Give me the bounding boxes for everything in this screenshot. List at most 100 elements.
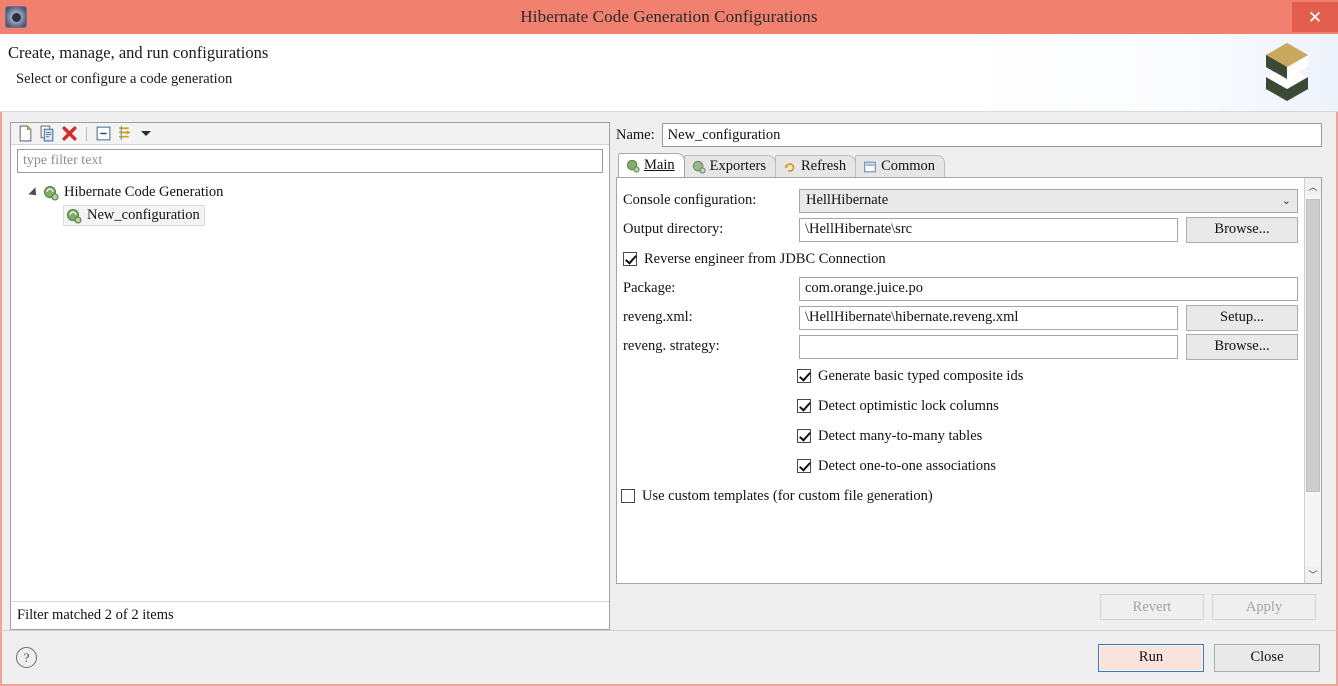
tab-label: Common <box>881 158 936 174</box>
dialog-footer: ? Run Close <box>0 630 1338 686</box>
collapse-all-icon[interactable] <box>95 125 112 142</box>
tab-strip: Main Exporters Refresh Common <box>616 153 1322 178</box>
duplicate-configuration-icon[interactable] <box>39 125 56 142</box>
filter-input[interactable]: type filter text <box>17 149 603 173</box>
chevron-down-icon[interactable] <box>141 131 151 136</box>
tab-label: Refresh <box>800 158 847 174</box>
hibernate-icon <box>626 159 640 173</box>
hibernate-logo <box>1256 40 1318 104</box>
footer-buttons: Run Close <box>1098 643 1320 672</box>
reveng-xml-input[interactable]: \HellHibernate\hibernate.reveng.xml <box>799 305 1178 330</box>
scroll-down-icon[interactable]: ﹀ <box>1305 566 1321 583</box>
common-icon <box>863 160 877 174</box>
tabs-container: Main Exporters Refresh Common Console co… <box>616 153 1322 584</box>
reveng-xml-label: reveng.xml: <box>623 309 693 325</box>
configurations-toolbar <box>11 123 609 145</box>
detect-optimistic-lock-checkbox[interactable] <box>797 399 811 413</box>
expand-arrow-icon[interactable] <box>28 186 40 199</box>
hibernate-icon <box>692 160 706 174</box>
tab-exporters[interactable]: Exporters <box>683 155 776 177</box>
chevron-down-icon: ⌄ <box>1281 195 1291 207</box>
banner-title: Create, manage, and run configurations <box>8 43 269 62</box>
option-row-optimistic-lock: Detect optimistic lock columns <box>623 391 1298 421</box>
name-label: Name: <box>616 126 655 143</box>
filter-status-text: Filter matched 2 of 2 items <box>11 601 609 629</box>
run-button[interactable]: Run <box>1098 643 1204 672</box>
reveng-strategy-browse-button[interactable]: Browse... <box>1186 333 1298 360</box>
generate-composite-ids-checkbox[interactable] <box>797 369 811 383</box>
scrollbar-track[interactable] <box>1305 195 1321 566</box>
reveng-strategy-label: reveng. strategy: <box>623 338 720 354</box>
console-configuration-select[interactable]: HellHibernate ⌄ <box>799 188 1298 213</box>
refresh-icon <box>783 160 797 174</box>
main-tab-form: Console configuration: HellHibernate ⌄ O… <box>617 178 1304 583</box>
configurations-tree: Hibernate Code Generation New_configurat… <box>11 173 609 601</box>
output-directory-input[interactable]: \HellHibernate\src <box>799 217 1178 242</box>
package-label: Package: <box>623 280 676 296</box>
revert-apply-row: Revert Apply <box>616 584 1322 630</box>
option-row-generate-composite-ids: Generate basic typed composite ids <box>623 361 1298 391</box>
banner-subtitle: Select or configure a code generation <box>16 71 233 87</box>
reverse-engineer-label: Reverse engineer from JDBC Connection <box>644 250 886 267</box>
configurations-panel: type filter text Hibernate Code Generati… <box>10 122 610 630</box>
new-configuration-icon[interactable] <box>17 125 34 142</box>
hibernate-icon <box>66 208 82 224</box>
option-label: Detect one-to-one associations <box>818 457 996 474</box>
revert-button[interactable]: Revert <box>1100 594 1204 620</box>
title-bar: Hibernate Code Generation Configurations… <box>0 0 1338 34</box>
dialog-banner: Create, manage, and run configurations S… <box>0 34 1338 112</box>
tab-common[interactable]: Common <box>855 155 946 177</box>
configuration-editor-panel: Name: New_configuration Main Exporters R… <box>616 122 1328 630</box>
option-label: Detect optimistic lock columns <box>818 397 999 414</box>
tab-main[interactable]: Main <box>618 153 685 177</box>
dialog-body: type filter text Hibernate Code Generati… <box>0 112 1338 630</box>
option-row-one-to-one: Detect one-to-one associations <box>623 451 1298 481</box>
window-title: Hibernate Code Generation Configurations <box>520 7 818 26</box>
custom-templates-label: Use custom templates (for custom file ge… <box>642 487 933 504</box>
hibernate-code-generation-dialog: Hibernate Code Generation Configurations… <box>0 0 1338 686</box>
console-configuration-value: HellHibernate <box>806 192 889 208</box>
banner-text-group: Create, manage, and run configurations S… <box>8 43 268 88</box>
console-configuration-label: Console configuration: <box>623 192 757 208</box>
use-custom-templates-checkbox[interactable] <box>621 489 635 503</box>
reverse-engineer-checkbox[interactable] <box>623 252 637 266</box>
package-input[interactable]: com.orange.juice.po <box>799 276 1298 301</box>
tree-item-selection[interactable]: New_configuration <box>63 205 205 226</box>
reveng-strategy-row: reveng. strategy: Browse... <box>623 332 1298 361</box>
detect-many-to-many-checkbox[interactable] <box>797 429 811 443</box>
main-tab-panel: Console configuration: HellHibernate ⌄ O… <box>616 178 1322 584</box>
main-tab-scrollbar[interactable]: ︿ ﹀ <box>1304 178 1321 583</box>
close-button[interactable]: Close <box>1214 643 1320 672</box>
delete-configuration-icon[interactable] <box>61 125 78 142</box>
tab-label: Exporters <box>709 158 766 174</box>
name-input[interactable]: New_configuration <box>661 123 1322 147</box>
tab-label: Main <box>644 157 675 173</box>
detect-one-to-one-checkbox[interactable] <box>797 459 811 473</box>
scroll-up-icon[interactable]: ︿ <box>1305 178 1321 195</box>
output-directory-browse-button[interactable]: Browse... <box>1186 216 1298 243</box>
option-label: Detect many-to-many tables <box>818 427 983 444</box>
option-label: Generate basic typed composite ids <box>818 367 1024 384</box>
toolbar-separator <box>86 126 87 141</box>
console-configuration-row: Console configuration: HellHibernate ⌄ <box>623 186 1298 215</box>
help-icon[interactable]: ? <box>16 647 37 668</box>
scrollbar-thumb[interactable] <box>1306 199 1320 493</box>
output-directory-row: Output directory: \HellHibernate\src Bro… <box>623 215 1298 244</box>
option-row-many-to-many: Detect many-to-many tables <box>623 421 1298 451</box>
tab-refresh[interactable]: Refresh <box>774 155 857 177</box>
configuration-name-row: Name: New_configuration <box>616 122 1322 148</box>
tree-item-new-configuration[interactable]: New_configuration <box>11 204 609 227</box>
hibernate-icon <box>43 185 59 201</box>
apply-button[interactable]: Apply <box>1212 594 1316 620</box>
reveng-xml-row: reveng.xml: \HellHibernate\hibernate.rev… <box>623 303 1298 332</box>
custom-templates-row: Use custom templates (for custom file ge… <box>621 481 1298 511</box>
tree-item-label: New_configuration <box>87 207 200 223</box>
tree-item-hibernate-code-generation[interactable]: Hibernate Code Generation <box>11 181 609 204</box>
tree-item-label: Hibernate Code Generation <box>64 184 224 200</box>
reverse-engineer-row: Reverse engineer from JDBC Connection <box>623 244 1298 274</box>
reveng-xml-setup-button[interactable]: Setup... <box>1186 304 1298 331</box>
filter-configurations-icon[interactable] <box>117 125 134 142</box>
output-directory-label: Output directory: <box>623 221 724 237</box>
reveng-strategy-input[interactable] <box>799 334 1178 359</box>
package-row: Package: com.orange.juice.po <box>623 274 1298 303</box>
